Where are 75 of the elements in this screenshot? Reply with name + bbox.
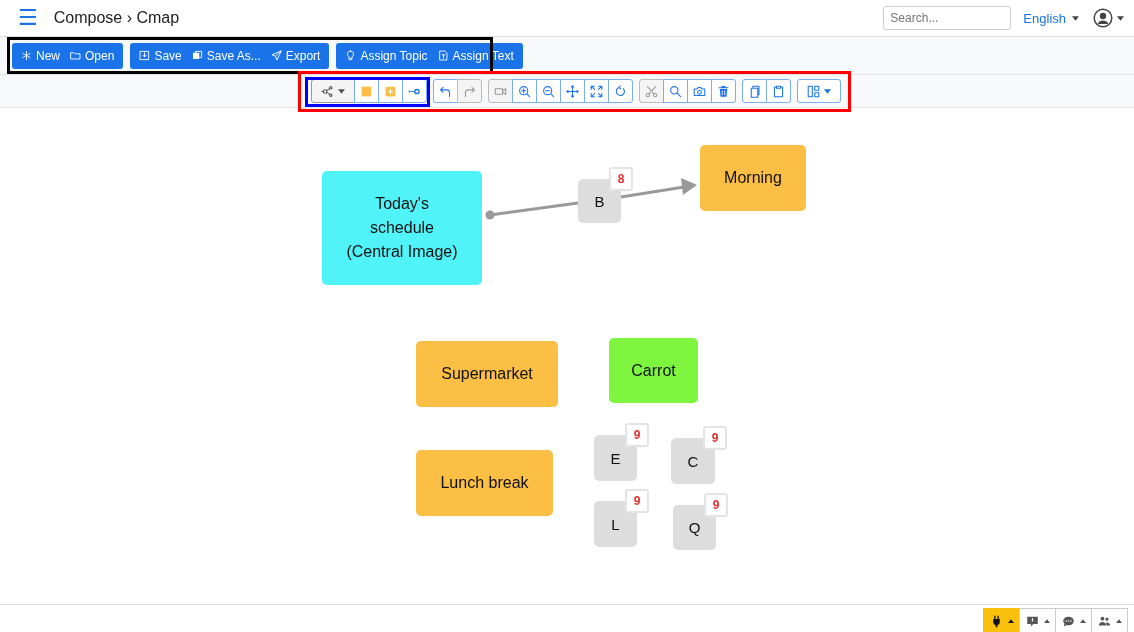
layout-dropdown[interactable] (797, 79, 841, 103)
save-as-button[interactable]: Save As... (186, 42, 266, 69)
concept-node[interactable]: Today's schedule (Central Image) (322, 171, 482, 285)
fit-button[interactable] (584, 79, 609, 103)
concept-node[interactable]: Lunch break (416, 450, 553, 516)
undo-button[interactable] (433, 79, 458, 103)
caret-icon (824, 88, 831, 94)
square-icon (360, 84, 373, 98)
caret-icon (1043, 619, 1050, 623)
undo-icon (439, 84, 452, 98)
count-badge: 9 (703, 426, 727, 450)
pan-button[interactable] (560, 79, 585, 103)
zoom-in-button[interactable] (512, 79, 537, 103)
caret-icon (1117, 15, 1124, 21)
message-icon (1025, 614, 1039, 628)
save-icon (139, 50, 151, 61)
layout-icon (807, 84, 820, 98)
network-icon (321, 84, 334, 98)
camera-icon (693, 84, 706, 98)
user-avatar-icon (1093, 8, 1113, 28)
lightbulb-icon (345, 50, 357, 61)
search-field[interactable]: Search... (883, 6, 1012, 30)
plus-square-icon (384, 84, 397, 98)
concept-node[interactable]: Morning (700, 145, 806, 211)
zoom-out-icon (542, 84, 555, 98)
count-badge: 9 (625, 489, 649, 513)
chat-bubble-icon (1061, 614, 1075, 628)
plugin-tab[interactable] (983, 608, 1020, 632)
move-icon (566, 84, 579, 98)
save-button[interactable]: Save (134, 42, 187, 69)
caret-icon (1007, 619, 1014, 623)
expand-icon (590, 84, 603, 98)
users-tab[interactable] (1091, 608, 1128, 632)
count-badge: 8 (609, 167, 633, 191)
trash-icon (717, 84, 730, 98)
node-style-dropdown[interactable] (311, 79, 355, 103)
assign-topic-button[interactable]: Assign Topic (340, 42, 433, 69)
assign-text-button[interactable]: Assign Text (432, 42, 519, 69)
clipboard-icon (772, 84, 785, 98)
menu-icon[interactable]: ☰ (18, 7, 38, 29)
copy-icon (748, 84, 761, 98)
breadcrumb: Compose › Cmap (53, 9, 180, 27)
concept-node[interactable]: Carrot (609, 338, 698, 403)
caret-icon (1079, 619, 1086, 623)
search-button[interactable] (663, 79, 688, 103)
count-badge: 9 (625, 423, 649, 447)
caret-icon (1115, 619, 1122, 623)
concept-node[interactable]: Supermarket (416, 341, 558, 407)
open-button[interactable]: Open (65, 42, 120, 69)
search-icon (669, 84, 682, 98)
asterisk-icon (21, 50, 32, 61)
count-badge: 9 (704, 493, 728, 517)
document-icon (437, 50, 449, 61)
snapshot-button[interactable] (687, 79, 712, 103)
scissors-icon (645, 84, 658, 98)
caret-icon (338, 88, 345, 94)
people-icon (1097, 614, 1111, 628)
reset-button[interactable] (608, 79, 633, 103)
zoom-out-button[interactable] (536, 79, 561, 103)
delete-button[interactable] (711, 79, 736, 103)
redo-icon (463, 84, 476, 98)
export-button[interactable]: Export (265, 42, 326, 69)
send-icon (270, 50, 282, 61)
user-menu[interactable] (1093, 8, 1124, 28)
paste-button[interactable] (766, 79, 791, 103)
feedback-tab[interactable] (1019, 608, 1056, 632)
copy-button[interactable] (742, 79, 767, 103)
new-button[interactable]: New (16, 42, 65, 69)
refresh-icon (614, 84, 627, 98)
zoom-in-icon (518, 84, 531, 98)
add-link-button[interactable] (402, 79, 427, 103)
language-dropdown[interactable]: English (1023, 10, 1087, 26)
copy-icon (191, 50, 203, 61)
folder-icon (70, 50, 81, 61)
caret-icon (1072, 15, 1079, 21)
